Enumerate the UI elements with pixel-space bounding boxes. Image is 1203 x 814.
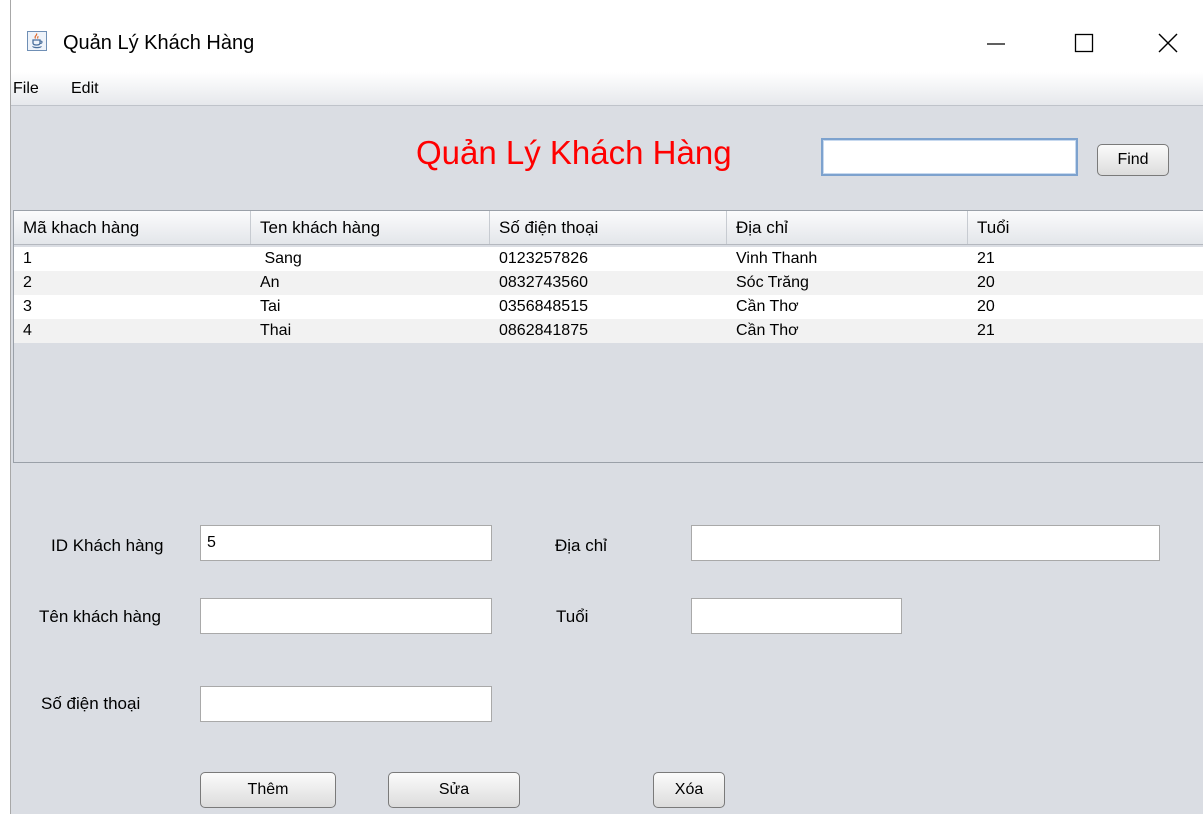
name-field[interactable] [200, 598, 492, 634]
menu-file[interactable]: File [13, 80, 39, 98]
phone-field[interactable] [200, 686, 492, 722]
table-cell: Cần Thơ [736, 298, 799, 315]
column-header-id[interactable]: Mã khach hàng [14, 211, 251, 244]
column-header-name[interactable]: Ten khách hàng [251, 211, 490, 244]
table-header: Mã khach hàng Ten khách hàng Số điện tho… [14, 211, 1203, 245]
table-row[interactable]: 3 Tai 0356848515 Cần Thơ 20 [14, 295, 1203, 319]
age-field[interactable] [691, 598, 902, 634]
table-cell: 20 [977, 274, 995, 291]
table-cell: 0862841875 [499, 322, 588, 339]
column-header-address[interactable]: Địa chỉ [727, 211, 968, 244]
menu-bar: File Edit [11, 72, 1203, 106]
find-button[interactable]: Find [1097, 144, 1169, 176]
column-header-phone[interactable]: Số điện thoại [490, 211, 727, 244]
table-row[interactable]: 2 An 0832743560 Sóc Trăng 20 [14, 271, 1203, 295]
name-label: Tên khách hàng [39, 607, 161, 626]
page-heading: Quản Lý Khách Hàng [416, 134, 732, 171]
table-body: 1 Sang 0123257826 Vinh Thanh 21 2 An 083… [14, 247, 1203, 343]
table-row[interactable]: 4 Thai 0862841875 Cần Thơ 21 [14, 319, 1203, 343]
minimize-button[interactable] [966, 20, 1026, 66]
address-field[interactable] [691, 525, 1160, 561]
table-cell: 0356848515 [499, 298, 588, 315]
table-cell: 20 [977, 298, 995, 315]
table-cell: Cần Thơ [736, 322, 799, 339]
table-cell: Tai [260, 298, 281, 315]
address-label: Địa chỉ [555, 536, 607, 555]
table-cell: 4 [23, 322, 32, 339]
table-cell: 2 [23, 274, 32, 291]
table-cell: 3 [23, 298, 32, 315]
maximize-icon [1074, 33, 1094, 53]
delete-button[interactable]: Xóa [653, 772, 725, 808]
id-field[interactable] [200, 525, 492, 561]
id-label: ID Khách hàng [51, 536, 164, 555]
minimize-icon [987, 43, 1005, 45]
column-header-age[interactable]: Tuổi [968, 211, 1203, 244]
title-bar[interactable]: Quản Lý Khách Hàng [11, 0, 1203, 72]
table-cell: Sang [260, 250, 302, 267]
window-title: Quản Lý Khách Hàng [63, 32, 255, 54]
close-icon [1158, 33, 1178, 53]
table-cell: 0123257826 [499, 250, 588, 267]
phone-label: Số điện thoại [41, 694, 141, 713]
maximize-button[interactable] [1054, 20, 1114, 66]
table-cell: Thai [260, 322, 292, 339]
app-window: Quản Lý Khách Hàng File Edit Quản Lý Khá… [10, 0, 1203, 814]
table-row[interactable]: 1 Sang 0123257826 Vinh Thanh 21 [14, 247, 1203, 271]
table-cell: 21 [977, 250, 995, 267]
table-cell: 0832743560 [499, 274, 588, 291]
table-cell: 21 [977, 322, 995, 339]
search-input[interactable] [821, 138, 1078, 176]
add-button[interactable]: Thêm [200, 772, 336, 808]
table-cell: Vinh Thanh [736, 250, 818, 267]
java-app-icon[interactable] [27, 31, 47, 51]
age-label: Tuổi [556, 607, 589, 626]
menu-edit[interactable]: Edit [71, 80, 99, 98]
close-button[interactable] [1138, 20, 1198, 66]
table-cell: Sóc Trăng [736, 274, 809, 291]
table-cell: 1 [23, 250, 32, 267]
customer-table[interactable]: Mã khach hàng Ten khách hàng Số điện tho… [13, 210, 1203, 463]
edit-button[interactable]: Sửa [388, 772, 520, 808]
table-cell: An [260, 274, 280, 291]
